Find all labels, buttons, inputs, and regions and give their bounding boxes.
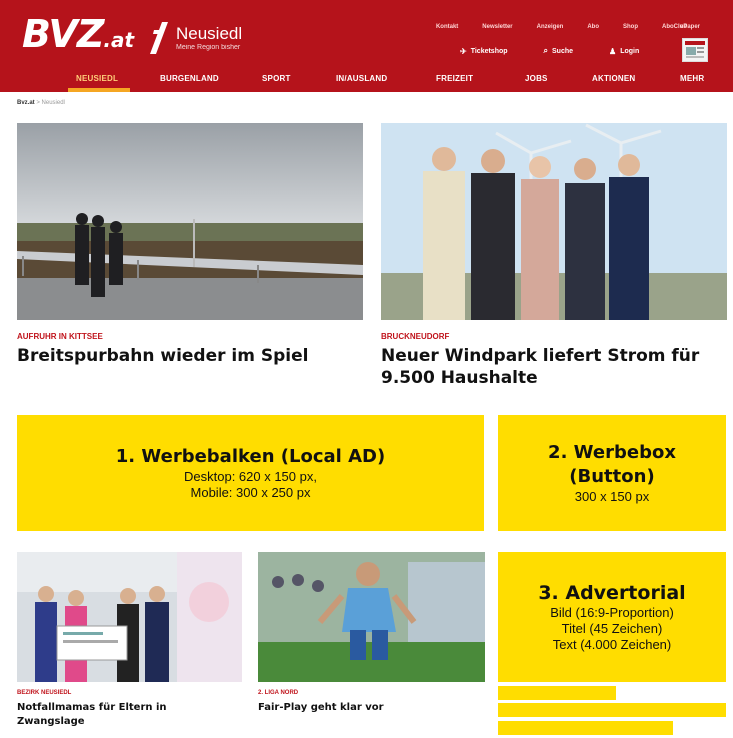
article-kicker: 2. Liga Nord — [258, 690, 299, 696]
site-logo[interactable]: BVZ.at — [22, 14, 134, 60]
ad-advertorial[interactable]: 3. Advertorial Bild (16:9-Proportion) Ti… — [498, 552, 726, 682]
article-kicker: Bruckneudorf — [381, 332, 450, 341]
top-link-anzeigen[interactable]: Anzeigen — [537, 24, 564, 30]
article-kicker: Aufruhr in Kittsee — [17, 332, 103, 341]
nav-jobs[interactable]: JOBS — [525, 74, 548, 83]
article-headline[interactable]: Breitspurbahn wieder im Spiel — [17, 345, 363, 367]
article-image-windpark[interactable] — [381, 123, 727, 320]
header-tools: ✈ Ticketshop ⌕ Suche ♟ Login — [460, 46, 639, 56]
article-headline[interactable]: Notfallmamas für Eltern in Zwangslage — [17, 701, 237, 729]
article-headline[interactable]: Fair-Play geht klar vor — [258, 701, 485, 715]
ad-size-mobile: Mobile: 300 x 250 px — [190, 485, 311, 500]
top-link-shop[interactable]: Shop — [623, 24, 638, 30]
article-kicker: Bezirk Neusiedl — [17, 690, 72, 696]
ticket-icon: ✈ — [460, 46, 467, 56]
search-link[interactable]: ⌕ Suche — [544, 46, 574, 56]
region-name: Neusiedl — [176, 23, 243, 43]
nav-active-indicator — [68, 88, 130, 92]
ad-title: 3. Advertorial — [538, 582, 686, 604]
top-link-epaper[interactable]: ePaper — [680, 24, 700, 30]
epaper-thumbnail[interactable] — [682, 38, 708, 62]
nav-mehr[interactable]: MEHR — [680, 74, 704, 83]
ad-werbebalken[interactable]: 1. Werbebalken (Local AD) Desktop: 620 x… — [17, 415, 484, 531]
ad-title: 1. Werbebalken (Local AD) — [115, 446, 386, 467]
nav-burgenland[interactable]: BURGENLAND — [160, 74, 219, 83]
article-image-notfallmamas[interactable] — [17, 552, 242, 682]
nav-sport[interactable]: SPORT — [262, 74, 291, 83]
ad-title-sub: (Button) — [569, 466, 655, 487]
logo-suffix: .at — [103, 28, 135, 52]
region-subtitle: Meine Region bisher — [176, 43, 241, 51]
nav-freizeit[interactable]: FREIZEIT — [436, 74, 473, 83]
top-link-newsletter[interactable]: Newsletter — [482, 24, 512, 30]
site-header: BVZ.at Neusiedl Meine Region bisher Kont… — [0, 0, 733, 92]
region-mark-icon — [150, 22, 168, 54]
article-headline[interactable]: Neuer Windpark liefert Strom für 9.500 H… — [381, 345, 727, 389]
railway-photo — [17, 123, 363, 320]
breadcrumb-current: Neusiedl — [41, 100, 65, 106]
ad-size: 300 x 150 px — [574, 489, 650, 504]
user-icon: ♟ — [609, 46, 617, 56]
ticketshop-link[interactable]: ✈ Ticketshop — [460, 46, 508, 56]
ad-image-spec: Bild (16:9-Proportion) — [550, 605, 674, 620]
advertorial-placeholder-bar — [498, 703, 726, 717]
ad-size-desktop: Desktop: 620 x 150 px, — [184, 469, 317, 484]
ad-werbebox[interactable]: 2. Werbebox (Button) 300 x 150 px — [498, 415, 726, 531]
breadcrumb-separator: > — [36, 100, 40, 106]
login-link[interactable]: ♟ Login — [609, 46, 639, 56]
logo-main: BVZ — [22, 12, 104, 56]
cheque-photo — [17, 552, 242, 682]
search-icon: ⌕ — [543, 46, 549, 55]
breadcrumb: Bvz.at > Neusiedl — [17, 100, 65, 106]
nav-in-ausland[interactable]: IN/AUSLAND — [336, 74, 387, 83]
region-selector[interactable]: Neusiedl Meine Region bisher — [148, 18, 242, 58]
top-links: Kontakt Newsletter Anzeigen Abo Shop Abo… — [436, 24, 687, 30]
breadcrumb-home[interactable]: Bvz.at — [17, 100, 35, 106]
nav-neusiedl[interactable]: NEUSIEDL — [76, 74, 118, 83]
nav-aktionen[interactable]: AKTIONEN — [592, 74, 635, 83]
top-link-abo[interactable]: Abo — [587, 24, 599, 30]
article-image-railway[interactable] — [17, 123, 363, 320]
top-link-kontakt[interactable]: Kontakt — [436, 24, 458, 30]
windpark-photo — [381, 123, 727, 320]
advertorial-placeholder-bar — [498, 686, 616, 700]
article-image-fairplay[interactable] — [258, 552, 485, 682]
football-photo — [258, 552, 485, 682]
epaper-cover-icon — [685, 41, 705, 58]
ad-text-spec: Text (4.000 Zeichen) — [552, 637, 672, 652]
advertorial-placeholder-bar — [498, 721, 673, 735]
ad-title-spec: Titel (45 Zeichen) — [561, 621, 663, 636]
ad-title: 2. Werbebox — [548, 442, 676, 463]
